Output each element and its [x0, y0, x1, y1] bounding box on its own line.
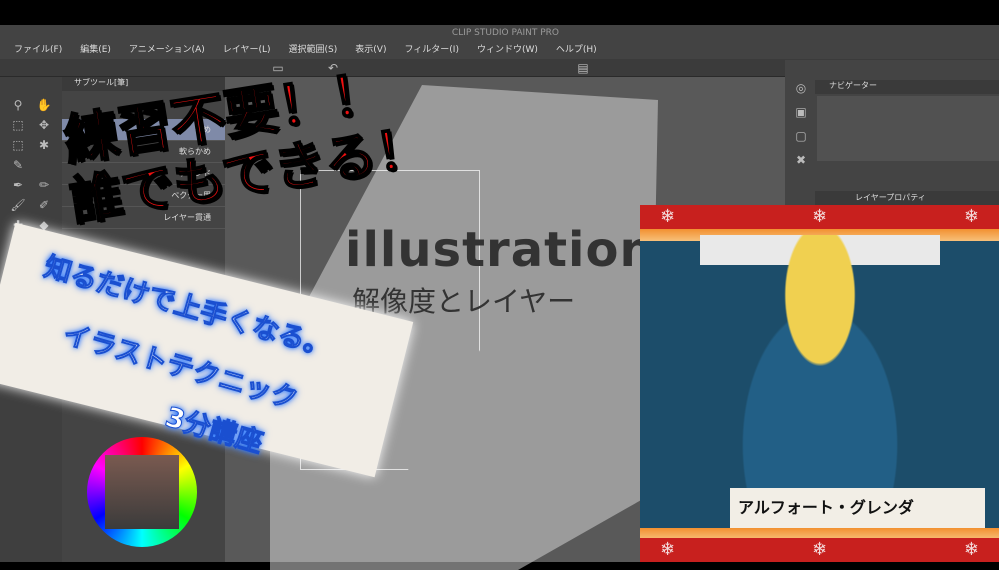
menu-edit[interactable]: 編集(E) — [80, 42, 111, 59]
pen-tool-icon[interactable]: ✒ — [10, 177, 26, 193]
eyedropper-icon[interactable]: ✎ — [10, 157, 26, 173]
snowflake-icon: ❄ — [660, 539, 676, 560]
snowflake-icon: ❄ — [811, 206, 828, 227]
blank-icon — [36, 157, 52, 173]
snowflake-icon: ❄ — [963, 539, 979, 560]
move-tool-icon[interactable]: ✥ — [36, 117, 52, 133]
snowflake-icon: ❄ — [963, 206, 979, 227]
snowflake-icon: ❄ — [811, 539, 828, 560]
folder-icon[interactable]: ▢ — [793, 128, 809, 144]
menu-filter[interactable]: フィルター(I) — [404, 42, 459, 59]
settings-icon[interactable]: ▤ — [575, 60, 591, 76]
operation-tool-icon[interactable]: ⬚ — [10, 117, 26, 133]
window-title: CLIP STUDIO PAINT PRO — [0, 25, 999, 42]
menu-window[interactable]: ウィンドウ(W) — [477, 42, 538, 59]
top-snow-band: ❄ ❄ ❄ — [640, 205, 999, 229]
pencil-tool-icon[interactable]: ✏ — [36, 177, 52, 193]
menu-layer[interactable]: レイヤー(L) — [223, 42, 271, 59]
menu-file[interactable]: ファイル(F) — [14, 42, 62, 59]
selection-tool-icon[interactable]: ⬚ — [10, 137, 26, 153]
menu-bar: ファイル(F) 編集(E) アニメーション(A) レイヤー(L) 選択範囲(S)… — [0, 42, 999, 59]
magic-wand-icon[interactable]: ✱ — [36, 137, 52, 153]
delete-icon[interactable]: ✖ — [793, 152, 809, 168]
thumbnail-title: illustration — [345, 222, 655, 278]
menu-help[interactable]: ヘルプ(H) — [556, 42, 597, 59]
hand-tool-icon[interactable]: ✋ — [36, 97, 52, 113]
close-folder-icon[interactable]: ▣ — [793, 104, 809, 120]
zoom-reset-icon[interactable]: ◎ — [793, 80, 809, 96]
navigator-preview — [817, 96, 999, 161]
layer-property-tab[interactable]: レイヤープロパティ — [815, 191, 999, 205]
character-card: ❄ ❄ ❄ アルフォート・グレンダ ❄ ❄ ❄ — [640, 205, 999, 562]
snowflake-icon: ❄ — [660, 206, 676, 227]
bottom-snow-band: ❄ ❄ ❄ — [640, 538, 999, 562]
character-name: アルフォート・グレンダ — [730, 488, 985, 528]
navigator-tab[interactable]: ナビゲーター — [815, 80, 999, 94]
zoom-tool-icon[interactable]: ⚲ — [10, 97, 26, 113]
airbrush-icon[interactable]: ✐ — [36, 197, 52, 213]
color-wheel[interactable] — [87, 437, 197, 547]
menu-animation[interactable]: アニメーション(A) — [129, 42, 205, 59]
brush-tool-icon[interactable]: 🖌 — [10, 197, 26, 213]
thumbnail-subtitle: 解像度とレイヤー — [352, 285, 576, 318]
